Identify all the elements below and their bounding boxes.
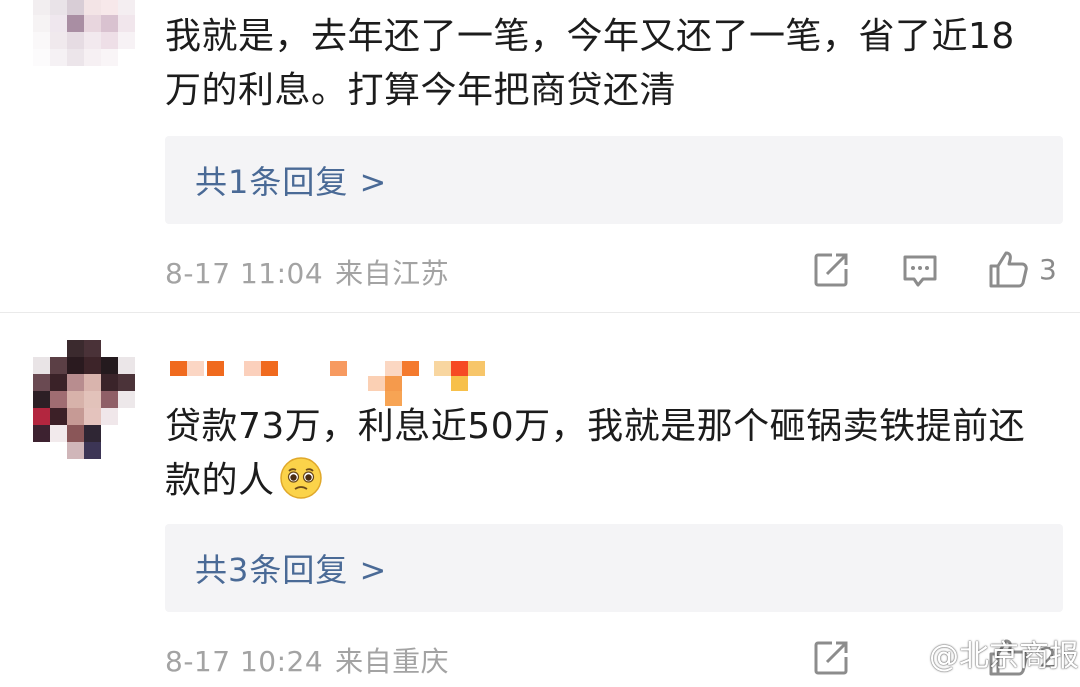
comment-region: 来自江苏 — [335, 257, 450, 290]
comment-text: 贷款73万，利息近50万，我就是那个砸锅卖铁提前还款的人 — [165, 400, 1045, 508]
username[interactable] — [170, 355, 510, 406]
avatar[interactable] — [33, 0, 137, 116]
comment-meta: 8-17 10:24 来自重庆 — [165, 640, 449, 680]
watermark-text: @北京商报 — [929, 639, 1079, 674]
comment-text: 我就是，去年还了一笔，今年又还了一笔，省了近18万的利息。打算今年把商贷还清 — [165, 16, 1015, 111]
thumbs-up-icon — [989, 251, 1028, 288]
comment-item: 我就是，去年还了一笔，今年又还了一笔，省了近18万的利息。打算今年把商贷还清 共… — [0, 0, 1080, 312]
view-replies-label: 共3条回复 > — [195, 551, 388, 589]
share-button[interactable] — [812, 251, 850, 289]
pleading-face-emoji — [279, 457, 322, 499]
like-button[interactable]: 3 — [987, 249, 1057, 289]
weibo-logo-icon — [886, 642, 922, 667]
comment-button[interactable] — [901, 253, 939, 289]
comment-icon — [903, 255, 937, 287]
comment-meta: 8-17 11:04 来自江苏 — [165, 252, 449, 292]
avatar[interactable] — [33, 340, 137, 459]
share-icon — [814, 253, 848, 287]
comment-time: 8-17 10:24 — [165, 645, 324, 678]
share-icon — [814, 641, 848, 675]
share-button[interactable] — [812, 639, 850, 677]
view-replies-button[interactable]: 共1条回复 > — [165, 136, 1063, 224]
like-count: 3 — [1039, 252, 1057, 286]
watermark: @北京商报 — [885, 631, 1079, 675]
view-replies-button[interactable]: 共3条回复 > — [165, 524, 1063, 612]
view-replies-label: 共1条回复 > — [195, 163, 388, 201]
comment-time: 8-17 11:04 — [165, 257, 324, 290]
comment-region: 来自重庆 — [335, 645, 450, 678]
